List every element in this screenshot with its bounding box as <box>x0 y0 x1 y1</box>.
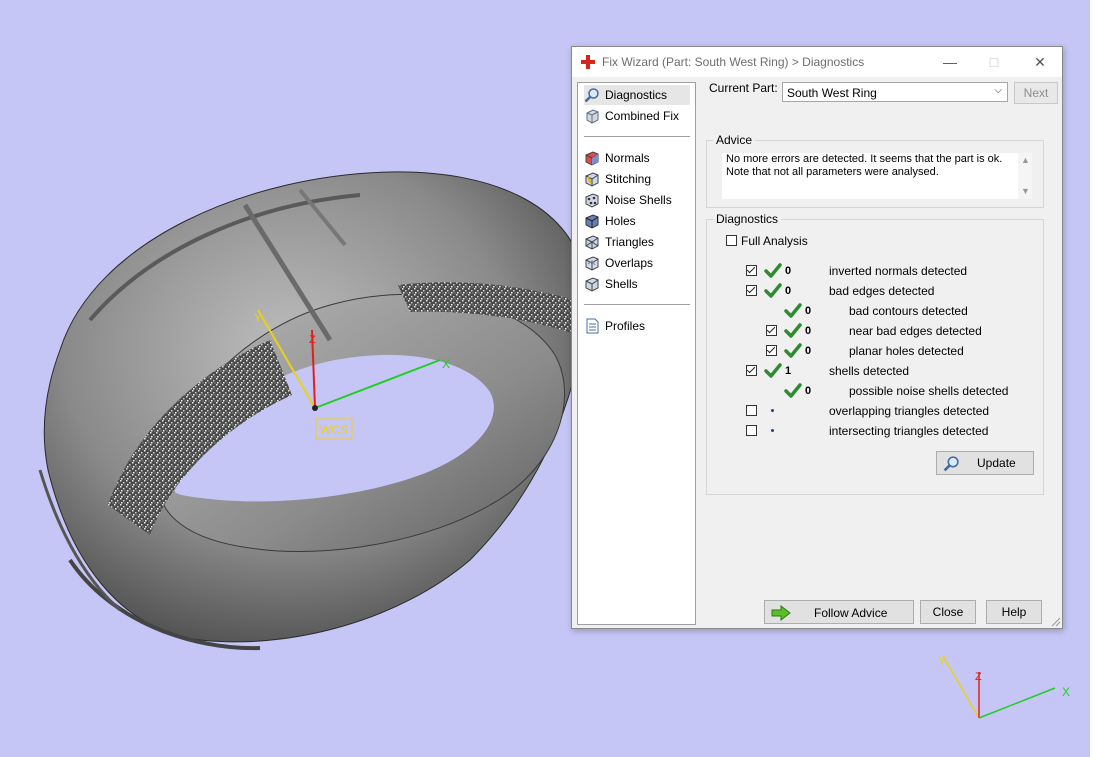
scroll-up-icon[interactable]: ▲ <box>1021 155 1030 165</box>
mini-axis-x-label: X <box>1062 685 1070 699</box>
stitching-icon <box>585 172 599 187</box>
close-button[interactable]: Close <box>920 600 976 624</box>
nav-item-noise-shells[interactable]: Noise Shells <box>584 190 690 210</box>
arrow-right-icon <box>771 605 791 621</box>
diag-count: 0 <box>785 265 792 277</box>
checkmark-icon <box>784 343 802 358</box>
advice-text: No more errors are detected. It seems th… <box>726 153 1003 178</box>
maximize-button[interactable]: □ <box>983 51 1005 73</box>
overlaps-icon <box>585 256 599 271</box>
wcs-axis-y-label: Y <box>254 311 262 325</box>
update-button[interactable]: Update <box>936 451 1034 475</box>
advice-textbox[interactable]: No more errors are detected. It seems th… <box>722 153 1032 199</box>
follow-advice-button[interactable]: Follow Advice <box>764 600 914 624</box>
diag-checkbox[interactable] <box>766 345 777 356</box>
nav-item-combined-fix[interactable]: Combined Fix <box>584 106 690 126</box>
nav-item-profiles[interactable]: Profiles <box>584 316 690 336</box>
checkmark-icon <box>784 383 802 398</box>
diag-checkbox[interactable] <box>746 265 757 276</box>
wcs-axis-z-label: Z <box>309 334 316 346</box>
wizard-nav-panel: Diagnostics Combined Fix Normals Stitchi… <box>577 82 696 625</box>
wcs-axis-x-label: X <box>442 357 450 371</box>
nav-item-shells[interactable]: Shells <box>584 274 690 294</box>
nav-item-triangles[interactable]: Triangles <box>584 232 690 252</box>
next-button[interactable]: Next <box>1014 82 1058 104</box>
diag-checkbox[interactable] <box>746 425 757 436</box>
full-analysis-label: Full Analysis <box>741 234 808 248</box>
diag-checkbox[interactable] <box>746 405 757 416</box>
magnifier-icon <box>584 88 599 103</box>
nav-item-holes[interactable]: Holes <box>584 211 690 231</box>
current-part-select[interactable]: South West Ring ⌵ <box>782 82 1008 102</box>
magnifier-icon <box>943 456 959 472</box>
diag-count: 0 <box>785 285 792 297</box>
advice-title: Advice <box>713 133 756 147</box>
diag-count: 1 <box>785 365 792 377</box>
current-part-value: South West Ring <box>787 86 877 100</box>
full-analysis-checkbox[interactable] <box>726 235 737 246</box>
normals-icon <box>585 151 599 166</box>
scroll-down-icon[interactable]: ▼ <box>1021 186 1030 196</box>
diag-checkbox[interactable] <box>746 285 757 296</box>
dialog-titlebar[interactable]: Fix Wizard (Part: South West Ring) > Dia… <box>572 47 1062 77</box>
diag-row-label: inverted normals detected <box>829 264 968 278</box>
checkmark-icon <box>764 263 782 278</box>
orientation-axes: Y Z X <box>938 654 1070 719</box>
diag-count: 0 <box>805 345 812 357</box>
diag-checkbox[interactable] <box>766 325 777 336</box>
triangles-icon <box>585 235 599 250</box>
close-window-button[interactable]: ✕ <box>1029 51 1051 73</box>
fix-wizard-dialog: Fix Wizard (Part: South West Ring) > Dia… <box>571 46 1063 629</box>
resize-grip-icon[interactable] <box>1051 617 1061 627</box>
minimize-button[interactable]: — <box>939 51 961 73</box>
dialog-title: Fix Wizard (Part: South West Ring) > Dia… <box>602 55 865 69</box>
nav-item-overlaps[interactable]: Overlaps <box>584 253 690 273</box>
ring-model <box>38 171 587 651</box>
wcs-label: WCS <box>320 423 348 437</box>
shells-icon <box>585 277 599 292</box>
nav-item-diagnostics[interactable]: Diagnostics <box>584 85 690 105</box>
diag-count: 0 <box>805 385 812 397</box>
diag-row-label: planar holes detected <box>849 344 964 358</box>
red-cross-icon <box>581 55 595 69</box>
diag-row-label: overlapping triangles detected <box>829 404 990 418</box>
nav-item-stitching[interactable]: Stitching <box>584 169 690 189</box>
diag-row-label: bad edges detected <box>829 284 935 298</box>
pending-dot-icon <box>771 409 774 412</box>
noise-shells-icon <box>585 193 599 208</box>
chevron-down-icon: ⌵ <box>994 85 1002 96</box>
advice-scrollbar[interactable]: ▲ ▼ <box>1018 153 1032 199</box>
nav-separator <box>584 304 690 305</box>
pending-dot-icon <box>771 429 774 432</box>
diagnostics-title: Diagnostics <box>713 212 782 226</box>
combined-fix-icon <box>586 109 599 124</box>
diag-row-label: possible noise shells detected <box>849 384 1009 398</box>
nav-item-normals[interactable]: Normals <box>584 148 690 168</box>
checkmark-icon <box>784 303 802 318</box>
diag-row-label: shells detected <box>829 364 910 378</box>
holes-icon <box>585 214 599 229</box>
mini-axis-y-label: Y <box>938 654 946 668</box>
mini-axis-z-label: Z <box>975 671 982 683</box>
diag-count: 0 <box>805 305 812 317</box>
diag-row-label: intersecting triangles detected <box>829 424 989 438</box>
diag-row-label: bad contours detected <box>849 304 968 318</box>
help-button[interactable]: Help <box>986 600 1042 624</box>
viewport-edge <box>1090 0 1094 757</box>
current-part-label: Current Part: <box>709 81 778 95</box>
nav-separator <box>584 136 690 137</box>
checkmark-icon <box>784 323 802 338</box>
diag-count: 0 <box>805 325 812 337</box>
diag-row-label: near bad edges detected <box>849 324 982 338</box>
diag-checkbox[interactable] <box>746 365 757 376</box>
checkmark-icon <box>764 283 782 298</box>
profiles-icon <box>586 318 599 334</box>
checkmark-icon <box>764 363 782 378</box>
